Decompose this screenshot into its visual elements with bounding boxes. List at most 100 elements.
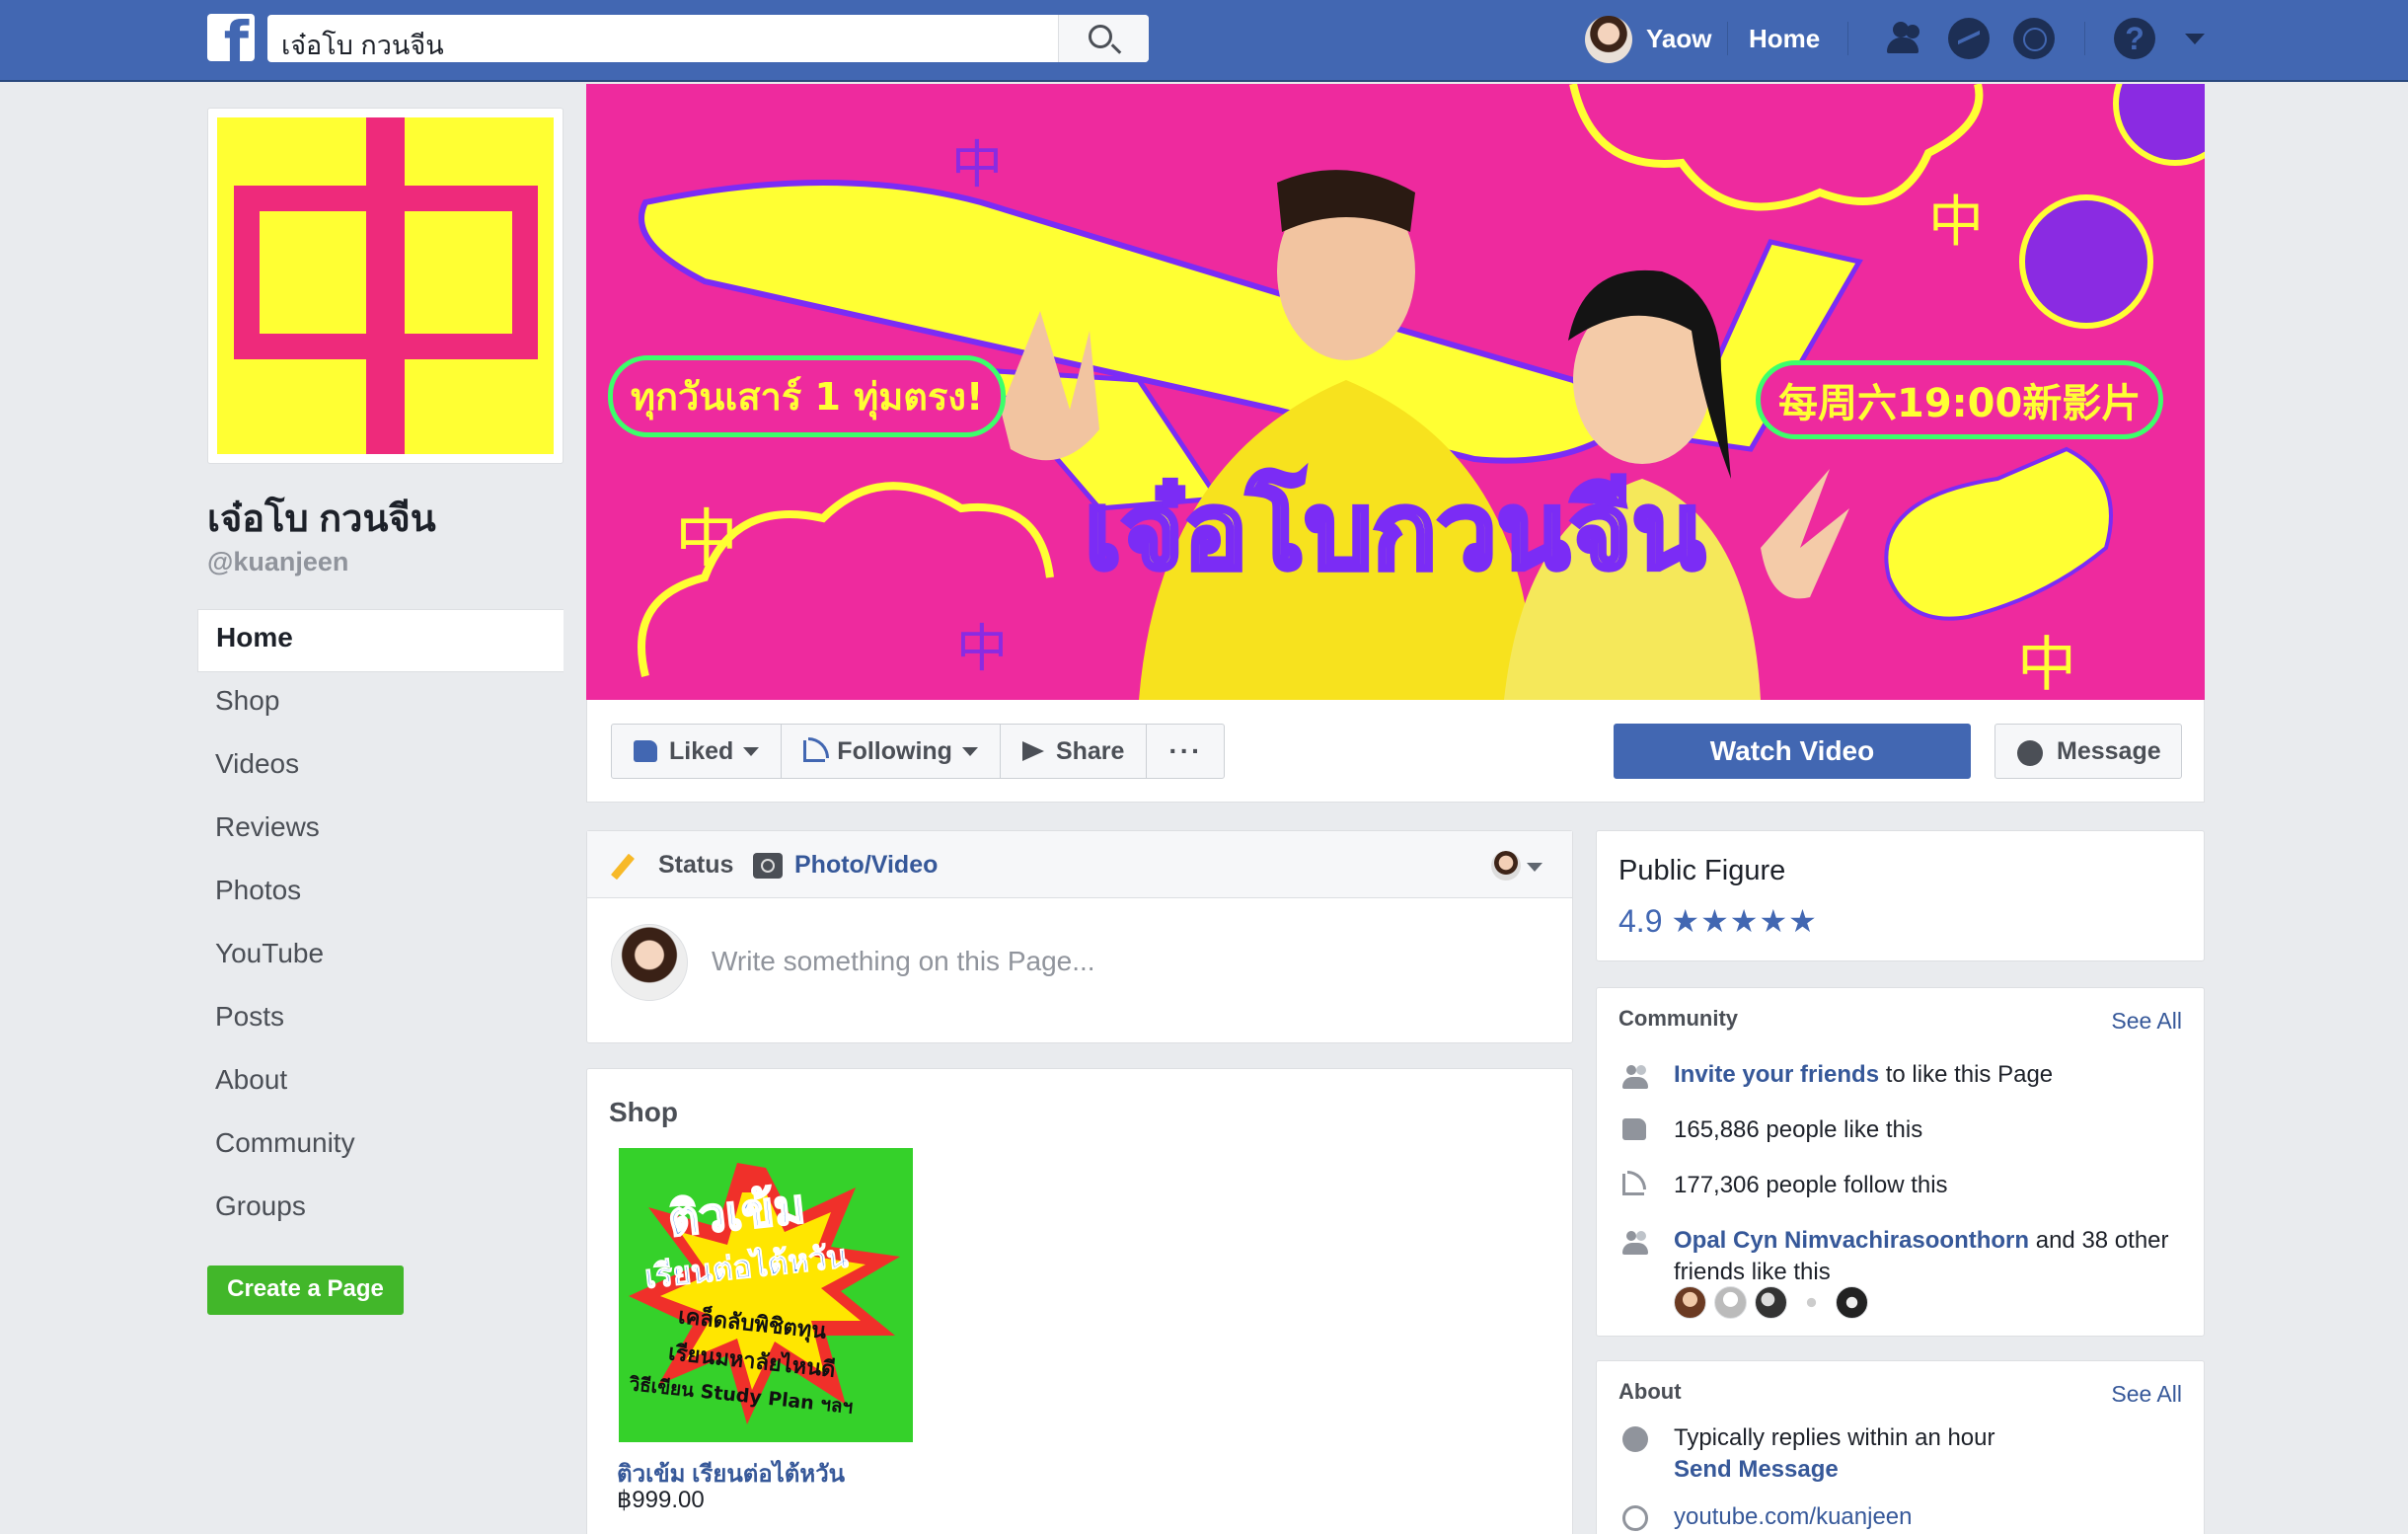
friend-requests-icon[interactable] [1881,18,1922,59]
follows-count[interactable]: 177,306 people follow this [1674,1170,2187,1201]
post-composer: Status Photo/Video Write something on th… [586,830,1573,1043]
shop-item-image[interactable]: ติวเข้ม เรียนต่อไต้หวัน เคล็ดลับพิชิตทุน… [619,1148,913,1442]
shop-section: Shop ติวเข้ม เรียนต่อไต้หวัน เคล็ดลับพิช… [586,1068,1573,1534]
message-button[interactable]: Message [1994,724,2182,779]
divider [2084,22,2085,55]
rss-icon [803,737,830,762]
divider [1727,22,1728,55]
sidebar-item-reviews[interactable]: Reviews [197,799,564,862]
sidebar-item-photos[interactable]: Photos [197,862,564,925]
page-username[interactable]: @kuanjeen [207,547,348,577]
account-menu-chevron-down-icon[interactable] [2185,34,2205,44]
sidebar-item-about[interactable]: About [197,1051,564,1114]
create-page-button[interactable]: Create a Page [207,1266,404,1315]
cover-glyph-decoration: 中 [2017,631,2076,700]
page-action-button-group: Liked Following Share ··· [611,724,1226,779]
website-link[interactable]: youtube.com/kuanjeen [1674,1501,2187,1533]
profile-picture-image [217,117,554,454]
friend-name-link[interactable]: Opal Cyn Nimvachirasoonthorn [1674,1227,2029,1254]
top-navigation-bar: f เจ๋อโบ กวนจีน Yaow Home ? [0,0,2408,82]
about-card: About See All Typically replies within a… [1596,1360,2205,1534]
cover-photo[interactable]: ทุกวันเสาร์ 1 ทุ่มตรง! 每周六19:00新影片 เจ๋อโ… [586,84,2205,700]
page-profile-picture[interactable] [207,108,564,464]
tab-status[interactable]: Status [658,851,733,880]
rating-summary[interactable]: 4.9 ★★★★★ [1618,902,1818,940]
home-link[interactable]: Home [1749,24,1820,54]
avatar[interactable] [1795,1286,1828,1319]
more-options-button[interactable]: ··· [1147,725,1224,778]
search-button[interactable] [1058,15,1149,62]
invite-friends-link[interactable]: Invite your friends [1674,1061,1879,1088]
message-label: Message [2057,737,2161,765]
messenger-icon [2017,740,2043,766]
sidebar-item-youtube[interactable]: YouTube [197,925,564,988]
chevron-down-icon [961,746,978,756]
cover-show-title: เจ๋อโบกวนจีน [1083,470,1708,593]
rss-icon [1622,1171,1646,1195]
notifications-globe-icon[interactable] [2013,18,2055,59]
page-category[interactable]: Public Figure [1618,855,1785,887]
sidebar-item-shop[interactable]: Shop [197,672,564,735]
search-input[interactable]: เจ๋อโบ กวนจีน [281,24,444,66]
following-button[interactable]: Following [782,725,1001,778]
likes-count[interactable]: 165,886 people like this [1674,1114,2187,1146]
cover-glyph-decoration: 中 [1928,191,1984,255]
cover-glyph-decoration: 中 [675,503,738,576]
sidebar-item-videos[interactable]: Videos [197,735,564,799]
share-arrow-icon [1021,741,1044,761]
page-sidebar-nav: Home Shop Videos Reviews Photos YouTube … [197,609,564,1241]
camera-icon [753,853,783,879]
cover-banner-schedule-chinese: 每周六19:00新影片 [1756,360,2164,439]
globe-icon [1622,1505,1648,1531]
user-name-link[interactable]: Yaow [1646,24,1711,54]
community-see-all-link[interactable]: See All [2111,1008,2182,1035]
community-card: Community See All Invite your friends to… [1596,987,2205,1337]
invite-text: to like this Page [1879,1061,2054,1088]
community-title: Community [1618,1006,1738,1031]
liked-label: Liked [669,736,734,765]
rating-value: 4.9 [1618,903,1663,939]
composer-input[interactable]: Write something on this Page... [712,946,1095,977]
share-button[interactable]: Share [1001,725,1148,778]
page-action-bar: Liked Following Share ··· Watch Video Me… [586,700,2205,803]
friends-people-icon [1622,1231,1650,1257]
chevron-down-icon[interactable] [1527,863,1543,872]
avatar[interactable] [1674,1286,1706,1319]
messenger-icon[interactable] [1948,18,1990,59]
sidebar-item-community[interactable]: Community [197,1114,564,1178]
user-avatar[interactable] [1585,16,1632,63]
cover-banner-schedule-thai: ทุกวันเสาร์ 1 ทุ่มตรง! [608,355,1007,437]
watch-video-button[interactable]: Watch Video [1614,724,1971,779]
facebook-logo-icon[interactable]: f [207,14,255,61]
thumbs-up-icon [1622,1118,1646,1140]
search-bar[interactable]: เจ๋อโบ กวนจีน [267,15,1149,62]
search-icon [1089,25,1112,48]
avatar[interactable] [1755,1286,1787,1319]
help-icon[interactable]: ? [2114,18,2155,59]
shop-item-price: ฿999.00 [617,1487,705,1513]
composer-tabs: Status Photo/Video [587,831,1572,898]
divider [1847,22,1848,55]
thumbs-up-icon [634,740,657,762]
send-message-link[interactable]: Send Message [1674,1454,2187,1486]
liked-button[interactable]: Liked [612,725,783,778]
friend-avatars [1674,1286,1868,1319]
post-as-avatar[interactable] [1491,851,1521,881]
sidebar-item-home[interactable]: Home [197,609,564,672]
response-time-text: Typically replies within an hour [1674,1424,1995,1451]
avatar[interactable] [1836,1286,1868,1319]
chevron-down-icon [743,746,760,756]
share-label: Share [1055,736,1125,765]
shop-section-title[interactable]: Shop [609,1097,678,1128]
tab-photo-video[interactable]: Photo/Video [794,851,938,880]
page-category-card: Public Figure 4.9 ★★★★★ [1596,830,2205,961]
page-title: เจ๋อโบ กวนจีน [207,499,436,540]
cover-glyph-decoration: 中 [951,136,1004,195]
pencil-icon [610,853,636,881]
about-see-all-link[interactable]: See All [2111,1381,2182,1408]
avatar[interactable] [1714,1286,1747,1319]
avatar [611,924,688,1001]
sidebar-item-groups[interactable]: Groups [197,1178,564,1241]
friends-like-row: Opal Cyn Nimvachirasoonthorn and 38 othe… [1674,1225,2187,1288]
sidebar-item-posts[interactable]: Posts [197,988,564,1051]
